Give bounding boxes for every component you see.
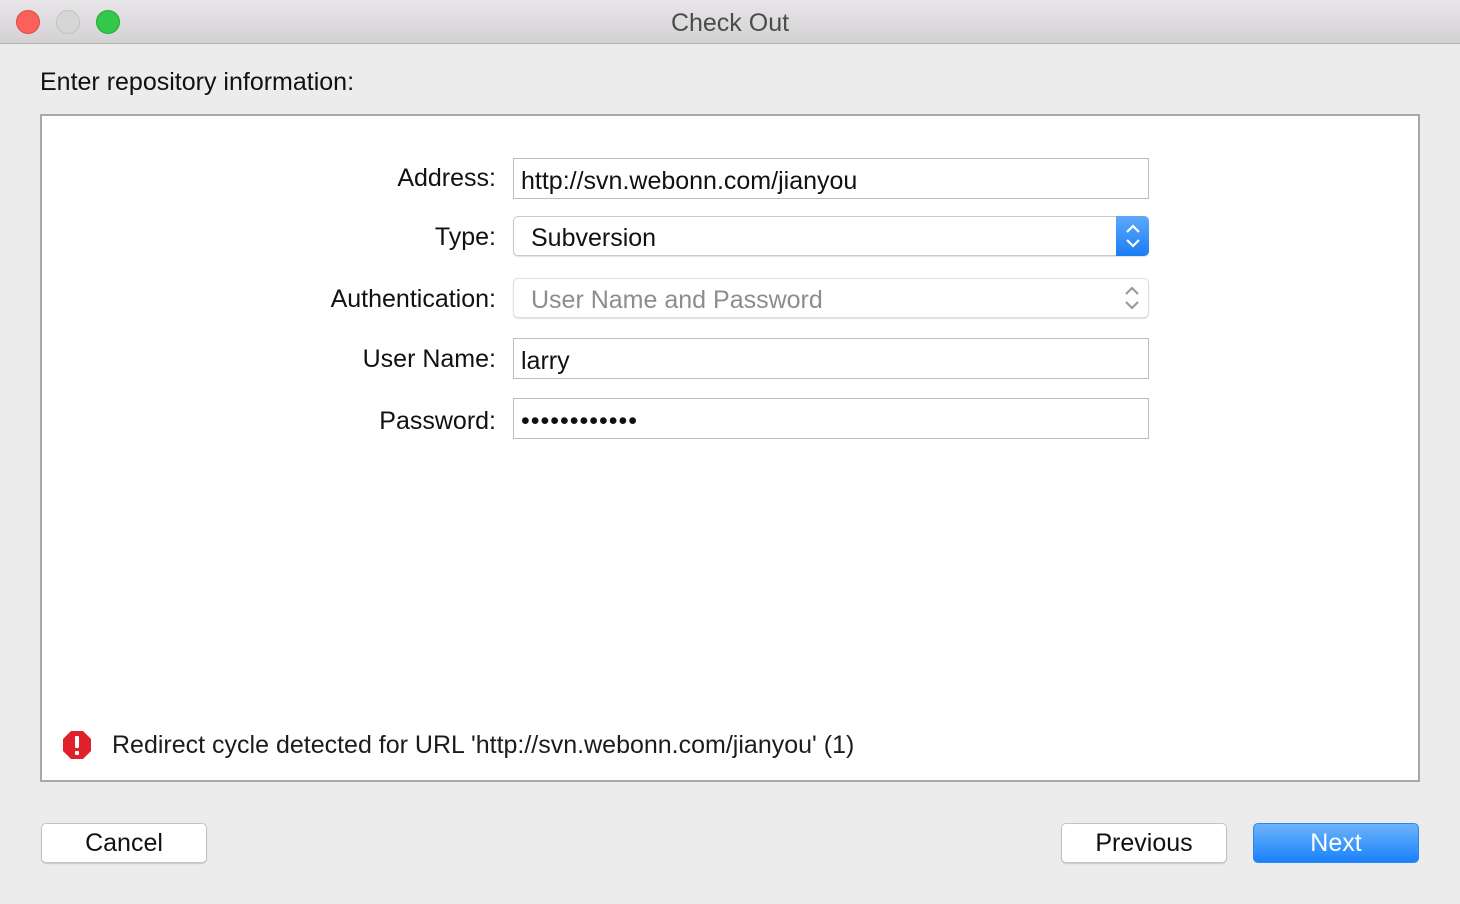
password-input[interactable]: •••••••••••• bbox=[513, 398, 1149, 439]
username-input[interactable]: larry bbox=[513, 338, 1149, 379]
window-title: Check Out bbox=[670, 9, 790, 37]
authentication-label: Authentication: bbox=[330, 285, 496, 313]
previous-button[interactable]: Previous bbox=[1061, 823, 1227, 863]
type-select-stepper[interactable] bbox=[1116, 216, 1149, 256]
address-label: Address: bbox=[397, 164, 496, 192]
address-input[interactable]: http://svn.webonn.com/jianyou bbox=[513, 158, 1149, 199]
type-select-value: Subversion bbox=[531, 224, 657, 252]
error-message: Redirect cycle detected for URL 'http://… bbox=[112, 731, 855, 759]
repository-form-panel bbox=[40, 114, 1420, 782]
authentication-select[interactable]: User Name and Password bbox=[513, 278, 1149, 318]
password-label: Password: bbox=[379, 407, 496, 435]
error-octagon-icon bbox=[63, 731, 91, 759]
username-label: User Name: bbox=[362, 345, 496, 373]
cancel-button[interactable]: Cancel bbox=[41, 823, 207, 863]
up-down-chevron-icon bbox=[1124, 286, 1139, 310]
up-down-chevron-icon bbox=[1125, 224, 1140, 248]
authentication-select-stepper bbox=[1115, 279, 1148, 317]
title-bar: Check Out bbox=[0, 0, 1460, 44]
type-select[interactable]: Subversion bbox=[513, 216, 1149, 256]
authentication-select-value: User Name and Password bbox=[531, 286, 823, 314]
page-heading: Enter repository information: bbox=[40, 68, 355, 96]
type-label: Type: bbox=[434, 223, 496, 251]
next-button[interactable]: Next bbox=[1253, 823, 1419, 863]
